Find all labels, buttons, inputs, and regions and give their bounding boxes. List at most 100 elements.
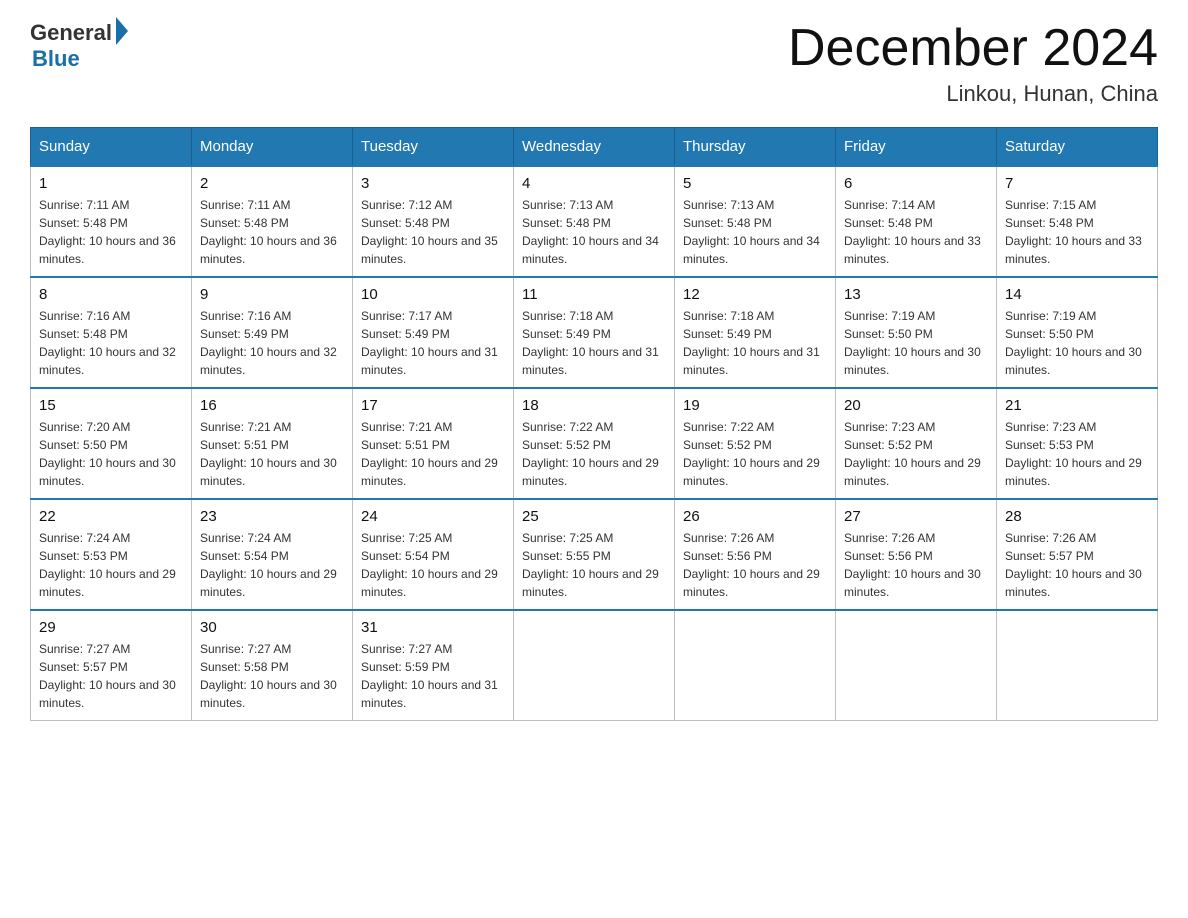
- day-info: Sunrise: 7:27 AMSunset: 5:57 PMDaylight:…: [39, 640, 183, 712]
- day-number: 22: [39, 508, 183, 525]
- weekday-header-wednesday: Wednesday: [514, 128, 675, 167]
- calendar-cell: 16Sunrise: 7:21 AMSunset: 5:51 PMDayligh…: [192, 388, 353, 499]
- calendar-cell: 21 Sunrise: 7:23 AMSunset: 5:53 PMDayligh…: [997, 388, 1158, 499]
- calendar-cell: 14 Sunrise: 7:19 AMSunset: 5:50 PMDayligh…: [997, 277, 1158, 388]
- day-number: 1: [39, 175, 183, 192]
- day-number: 29: [39, 619, 183, 636]
- calendar-cell: 29 Sunrise: 7:27 AMSunset: 5:57 PMDayligh…: [31, 610, 192, 721]
- day-info: Sunrise: 7:16 AMSunset: 5:48 PMDaylight:…: [39, 307, 183, 379]
- calendar-cell: 13 Sunrise: 7:19 AMSunset: 5:50 PMDayligh…: [836, 277, 997, 388]
- day-info: Sunrise: 7:23 AMSunset: 5:52 PMDaylight:…: [844, 418, 988, 490]
- calendar-cell: 31 Sunrise: 7:27 AMSunset: 5:59 PMDayligh…: [353, 610, 514, 721]
- page-header: General Blue December 2024 Linkou, Hunan…: [30, 20, 1158, 107]
- day-number: 12: [683, 286, 827, 303]
- weekday-header-friday: Friday: [836, 128, 997, 167]
- calendar-cell: 12 Sunrise: 7:18 AMSunset: 5:49 PMDayligh…: [675, 277, 836, 388]
- calendar-cell: 28 Sunrise: 7:26 AMSunset: 5:57 PMDayligh…: [997, 499, 1158, 610]
- day-info: Sunrise: 7:18 AMSunset: 5:49 PMDaylight:…: [522, 307, 666, 379]
- day-info: Sunrise: 7:26 AMSunset: 5:56 PMDaylight:…: [683, 529, 827, 601]
- calendar-title: December 2024: [788, 20, 1158, 77]
- day-info: Sunrise: 7:16 AMSunset: 5:49 PMDaylight:…: [200, 307, 344, 379]
- day-info: Sunrise: 7:22 AMSunset: 5:52 PMDaylight:…: [522, 418, 666, 490]
- weekday-header-sunday: Sunday: [31, 128, 192, 167]
- day-info: Sunrise: 7:21 AMSunset: 5:51 PMDaylight:…: [361, 418, 505, 490]
- day-info: Sunrise: 7:21 AMSunset: 5:51 PMDaylight:…: [200, 418, 344, 490]
- title-section: December 2024 Linkou, Hunan, China: [788, 20, 1158, 107]
- day-number: 31: [361, 619, 505, 636]
- weekday-header-saturday: Saturday: [997, 128, 1158, 167]
- calendar-cell: 2 Sunrise: 7:11 AMSunset: 5:48 PMDaylight…: [192, 166, 353, 277]
- weekday-header-monday: Monday: [192, 128, 353, 167]
- calendar-cell: 23 Sunrise: 7:24 AMSunset: 5:54 PMDayligh…: [192, 499, 353, 610]
- day-number: 17: [361, 397, 505, 414]
- day-info: Sunrise: 7:23 AMSunset: 5:53 PMDaylight:…: [1005, 418, 1149, 490]
- weekday-header-thursday: Thursday: [675, 128, 836, 167]
- day-number: 18: [522, 397, 666, 414]
- calendar-cell: [997, 610, 1158, 721]
- calendar-cell: [836, 610, 997, 721]
- calendar-cell: 4 Sunrise: 7:13 AMSunset: 5:48 PMDaylight…: [514, 166, 675, 277]
- calendar-cell: 8 Sunrise: 7:16 AMSunset: 5:48 PMDaylight…: [31, 277, 192, 388]
- day-info: Sunrise: 7:15 AMSunset: 5:48 PMDaylight:…: [1005, 196, 1149, 268]
- calendar-subtitle: Linkou, Hunan, China: [788, 81, 1158, 107]
- calendar-cell: 10 Sunrise: 7:17 AMSunset: 5:49 PMDayligh…: [353, 277, 514, 388]
- calendar-cell: 5 Sunrise: 7:13 AMSunset: 5:48 PMDaylight…: [675, 166, 836, 277]
- day-number: 19: [683, 397, 827, 414]
- calendar-cell: 22 Sunrise: 7:24 AMSunset: 5:53 PMDayligh…: [31, 499, 192, 610]
- day-number: 14: [1005, 286, 1149, 303]
- day-info: Sunrise: 7:22 AMSunset: 5:52 PMDaylight:…: [683, 418, 827, 490]
- day-number: 15: [39, 397, 183, 414]
- calendar-cell: 27Sunrise: 7:26 AMSunset: 5:56 PMDayligh…: [836, 499, 997, 610]
- day-info: Sunrise: 7:17 AMSunset: 5:49 PMDaylight:…: [361, 307, 505, 379]
- calendar-cell: 7Sunrise: 7:15 AMSunset: 5:48 PMDaylight…: [997, 166, 1158, 277]
- calendar-cell: 18 Sunrise: 7:22 AMSunset: 5:52 PMDayligh…: [514, 388, 675, 499]
- day-number: 28: [1005, 508, 1149, 525]
- logo: General Blue: [30, 20, 128, 72]
- day-info: Sunrise: 7:18 AMSunset: 5:49 PMDaylight:…: [683, 307, 827, 379]
- day-info: Sunrise: 7:24 AMSunset: 5:53 PMDaylight:…: [39, 529, 183, 601]
- day-number: 13: [844, 286, 988, 303]
- day-number: 30: [200, 619, 344, 636]
- calendar-cell: [514, 610, 675, 721]
- calendar-cell: 26 Sunrise: 7:26 AMSunset: 5:56 PMDayligh…: [675, 499, 836, 610]
- calendar-cell: 15Sunrise: 7:20 AMSunset: 5:50 PMDayligh…: [31, 388, 192, 499]
- calendar-table: SundayMondayTuesdayWednesdayThursdayFrid…: [30, 127, 1158, 721]
- day-number: 23: [200, 508, 344, 525]
- calendar-cell: 3 Sunrise: 7:12 AMSunset: 5:48 PMDaylight…: [353, 166, 514, 277]
- calendar-cell: 17 Sunrise: 7:21 AMSunset: 5:51 PMDayligh…: [353, 388, 514, 499]
- day-info: Sunrise: 7:27 AMSunset: 5:59 PMDaylight:…: [361, 640, 505, 712]
- day-number: 11: [522, 286, 666, 303]
- day-info: Sunrise: 7:19 AMSunset: 5:50 PMDaylight:…: [1005, 307, 1149, 379]
- day-number: 20: [844, 397, 988, 414]
- day-number: 3: [361, 175, 505, 192]
- day-info: Sunrise: 7:12 AMSunset: 5:48 PMDaylight:…: [361, 196, 505, 268]
- calendar-cell: 30 Sunrise: 7:27 AMSunset: 5:58 PMDayligh…: [192, 610, 353, 721]
- logo-blue-text: Blue: [32, 46, 80, 72]
- calendar-cell: 1 Sunrise: 7:11 AMSunset: 5:48 PMDaylight…: [31, 166, 192, 277]
- day-info: Sunrise: 7:26 AMSunset: 5:57 PMDaylight:…: [1005, 529, 1149, 601]
- weekday-header-tuesday: Tuesday: [353, 128, 514, 167]
- day-number: 21: [1005, 397, 1149, 414]
- day-info: Sunrise: 7:24 AMSunset: 5:54 PMDaylight:…: [200, 529, 344, 601]
- day-number: 8: [39, 286, 183, 303]
- day-info: Sunrise: 7:11 AMSunset: 5:48 PMDaylight:…: [200, 196, 344, 268]
- calendar-cell: 11 Sunrise: 7:18 AMSunset: 5:49 PMDayligh…: [514, 277, 675, 388]
- day-info: Sunrise: 7:27 AMSunset: 5:58 PMDaylight:…: [200, 640, 344, 712]
- day-number: 2: [200, 175, 344, 192]
- day-info: Sunrise: 7:13 AMSunset: 5:48 PMDaylight:…: [522, 196, 666, 268]
- day-number: 5: [683, 175, 827, 192]
- day-number: 4: [522, 175, 666, 192]
- day-number: 25: [522, 508, 666, 525]
- logo-general-text: General: [30, 20, 112, 46]
- day-info: Sunrise: 7:14 AMSunset: 5:48 PMDaylight:…: [844, 196, 988, 268]
- calendar-cell: 9Sunrise: 7:16 AMSunset: 5:49 PMDaylight…: [192, 277, 353, 388]
- day-info: Sunrise: 7:25 AMSunset: 5:54 PMDaylight:…: [361, 529, 505, 601]
- day-info: Sunrise: 7:25 AMSunset: 5:55 PMDaylight:…: [522, 529, 666, 601]
- day-info: Sunrise: 7:11 AMSunset: 5:48 PMDaylight:…: [39, 196, 183, 268]
- day-number: 6: [844, 175, 988, 192]
- day-info: Sunrise: 7:19 AMSunset: 5:50 PMDaylight:…: [844, 307, 988, 379]
- day-number: 26: [683, 508, 827, 525]
- day-number: 10: [361, 286, 505, 303]
- day-info: Sunrise: 7:13 AMSunset: 5:48 PMDaylight:…: [683, 196, 827, 268]
- calendar-cell: 25 Sunrise: 7:25 AMSunset: 5:55 PMDayligh…: [514, 499, 675, 610]
